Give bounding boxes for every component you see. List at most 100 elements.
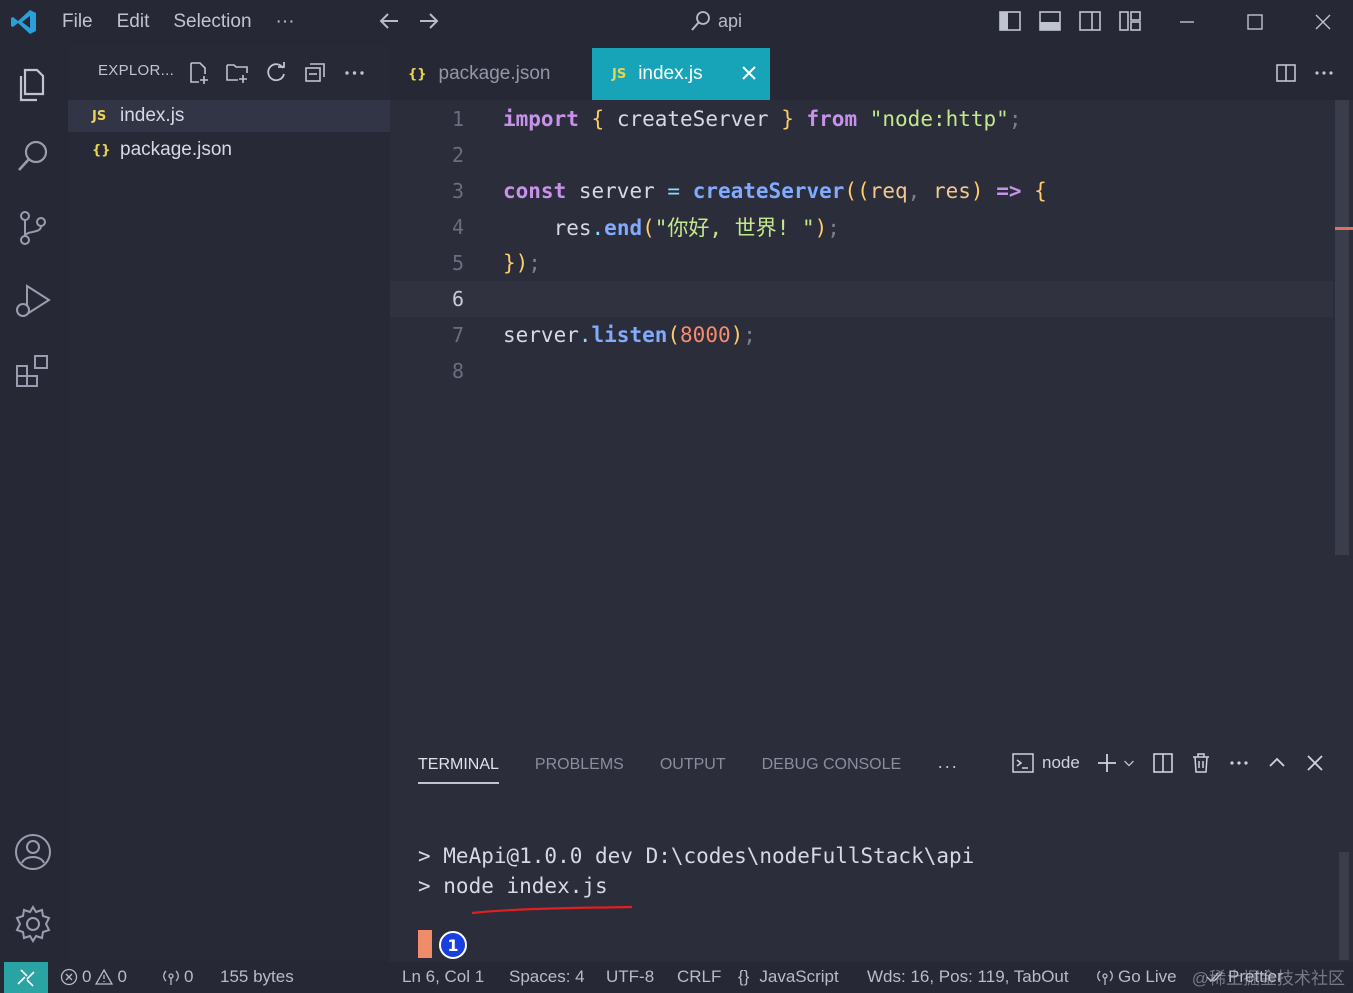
file-item-package-json[interactable]: {} package.json <box>68 134 390 166</box>
menu-selection[interactable]: Selection <box>173 11 251 33</box>
tab-debug-console[interactable]: DEBUG CONSOLE <box>762 756 902 784</box>
problems-status[interactable]: 0 0 <box>60 967 127 987</box>
red-underline-annotation <box>471 905 633 915</box>
explorer-sidebar: EXPLOR... JS index.js {} package.json <box>68 44 390 962</box>
split-editor-icon[interactable] <box>1275 62 1297 84</box>
terminal-shell-name[interactable]: node <box>1042 753 1080 773</box>
broadcast-icon <box>163 970 179 985</box>
braces-icon: {} <box>738 967 750 986</box>
close-window-icon[interactable] <box>1313 12 1333 32</box>
explorer-actions <box>186 60 367 85</box>
ports-status[interactable]: 0 <box>162 967 193 987</box>
cursor-position[interactable]: Ln 6, Col 1 <box>402 967 484 987</box>
forward-arrow-icon[interactable] <box>418 8 440 34</box>
word-count: Wds: 16, Pos: 119, TabOut <box>867 967 1069 986</box>
line-number: 7 <box>451 323 464 347</box>
refresh-icon[interactable] <box>264 60 289 85</box>
menu-edit[interactable]: Edit <box>117 11 150 33</box>
line-number: 1 <box>451 107 464 131</box>
more-actions-icon[interactable] <box>1228 752 1250 774</box>
javascript-file-icon: JS <box>612 66 627 82</box>
line-number: 6 <box>451 287 464 311</box>
code-line: 1 import { createServer } from "node:htt… <box>390 101 1333 137</box>
tab-index-js[interactable]: JS index.js <box>592 48 770 100</box>
new-file-icon[interactable] <box>186 60 211 85</box>
code-text: res.end("你好, 世界! "); <box>553 216 840 240</box>
explorer-icon[interactable] <box>13 64 53 104</box>
go-live-button[interactable]: Go Live <box>1096 967 1177 987</box>
code-line: 4 res.end("你好, 世界! "); <box>390 209 1333 245</box>
settings-gear-icon[interactable] <box>13 904 53 944</box>
ports-count: 0 <box>184 967 194 986</box>
new-folder-icon[interactable] <box>225 60 250 85</box>
navigation-arrows <box>378 8 440 34</box>
terminal-cursor <box>418 930 432 958</box>
go-live-label: Go Live <box>1118 967 1177 986</box>
chevron-down-icon[interactable] <box>1122 752 1136 774</box>
command-center-search[interactable]: api <box>690 6 742 36</box>
remote-indicator[interactable] <box>4 962 48 993</box>
terminal-scrollbar[interactable] <box>1339 852 1349 960</box>
accounts-icon[interactable] <box>13 832 53 872</box>
trash-icon[interactable] <box>1190 752 1212 774</box>
maximize-icon[interactable] <box>1245 12 1265 32</box>
customize-layout-icon[interactable] <box>1118 9 1142 33</box>
terminal-actions: node <box>1012 752 1326 774</box>
language-mode[interactable]: {} JavaScript <box>738 967 839 987</box>
encoding[interactable]: UTF-8 <box>606 967 654 987</box>
line-number: 8 <box>451 359 464 383</box>
split-terminal-icon[interactable] <box>1152 752 1174 774</box>
search-view-icon[interactable] <box>13 136 53 176</box>
remote-icon <box>17 968 35 987</box>
back-arrow-icon[interactable] <box>378 8 400 34</box>
tab-problems[interactable]: PROBLEMS <box>535 756 624 784</box>
language-label: JavaScript <box>759 967 839 986</box>
panel-tabs: TERMINAL PROBLEMS OUTPUT DEBUG CONSOLE ·… <box>418 756 958 784</box>
tab-terminal[interactable]: TERMINAL <box>418 756 499 784</box>
toggle-panel-icon[interactable] <box>1038 9 1062 33</box>
extensions-icon[interactable] <box>13 352 53 392</box>
code-line-current: 6 <box>390 281 1333 317</box>
close-tab-icon[interactable] <box>740 64 758 82</box>
line-number: 3 <box>451 179 464 203</box>
window-controls <box>1177 0 1333 44</box>
error-count: 0 <box>82 967 92 986</box>
code-line: 5 }); <box>390 245 1333 281</box>
indentation[interactable]: Spaces: 4 <box>509 967 585 987</box>
file-name: index.js <box>120 105 185 126</box>
search-icon <box>691 11 710 31</box>
tab-package-json[interactable]: {} package.json <box>390 48 592 100</box>
code-line: 2 <box>390 137 1333 173</box>
code-line: 8 <box>390 353 1333 389</box>
menu-file[interactable]: File <box>62 11 93 33</box>
menu-bar: File Edit Selection ··· <box>62 0 295 44</box>
watermark: @稀土掘金技术社区 <box>1191 969 1345 988</box>
editor-scrollbar[interactable] <box>1335 100 1349 555</box>
toggle-secondary-sidebar-icon[interactable] <box>1078 9 1102 33</box>
code-text: import { createServer } from "node:http"… <box>503 107 1022 131</box>
end-of-line[interactable]: CRLF <box>677 967 721 987</box>
collapse-all-icon[interactable] <box>303 60 328 85</box>
tab-output[interactable]: OUTPUT <box>660 756 726 784</box>
terminal-output-line: > MeApi@1.0.0 dev D:\codes\nodeFullStack… <box>418 844 975 868</box>
javascript-file-icon: JS <box>92 108 107 124</box>
line-number: 4 <box>451 215 464 239</box>
minimize-icon[interactable] <box>1177 12 1197 32</box>
more-actions-icon[interactable] <box>342 60 367 85</box>
toggle-primary-sidebar-icon[interactable] <box>998 9 1022 33</box>
cursor-position-marker <box>1335 227 1353 230</box>
close-panel-icon[interactable] <box>1304 752 1326 774</box>
code-editor[interactable]: 1 import { createServer } from "node:htt… <box>390 100 1353 740</box>
search-text: api <box>718 10 743 31</box>
file-item-index-js[interactable]: JS index.js <box>68 100 390 132</box>
source-control-icon[interactable] <box>13 208 53 248</box>
panel-more-button[interactable]: ··· <box>937 756 958 784</box>
code-line: 7 server.listen(8000); <box>390 317 1333 353</box>
new-terminal-icon[interactable] <box>1096 752 1118 774</box>
run-and-debug-icon[interactable] <box>13 280 53 320</box>
menu-more[interactable]: ··· <box>276 11 295 33</box>
json-file-icon: {} <box>92 142 111 158</box>
title-bar: File Edit Selection ··· api <box>0 0 1353 44</box>
maximize-panel-icon[interactable] <box>1266 752 1288 774</box>
more-actions-icon[interactable] <box>1313 62 1335 84</box>
